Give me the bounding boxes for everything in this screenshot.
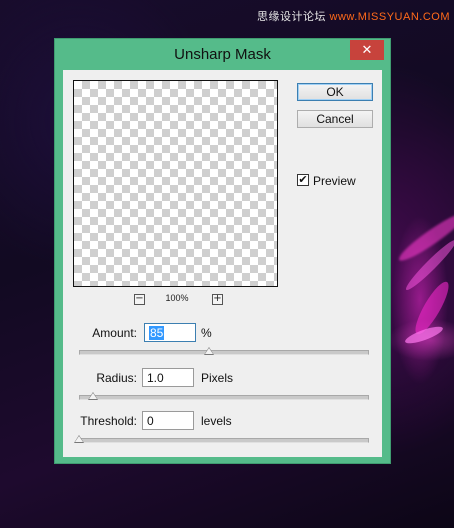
zoom-in-button[interactable]: + [212, 294, 223, 305]
close-button[interactable]: ✕ [350, 40, 384, 60]
preview-canvas[interactable] [73, 80, 278, 287]
zoom-out-icon: − [135, 293, 144, 304]
amount-slider-thumb[interactable] [203, 347, 214, 355]
threshold-slider-thumb[interactable] [74, 435, 84, 443]
background-streak [410, 278, 454, 338]
background-streak [403, 323, 445, 347]
amount-label: Amount: [92, 326, 137, 340]
dialog-title: Unsharp Mask [174, 46, 271, 63]
close-icon: ✕ [361, 42, 373, 57]
preview-checkbox-label[interactable]: Preview [313, 174, 356, 188]
radius-slider-thumb[interactable] [88, 392, 99, 400]
cancel-button[interactable]: Cancel [297, 110, 373, 128]
amount-input[interactable]: 85 [144, 323, 196, 342]
zoom-out-button[interactable]: − [134, 294, 145, 305]
checkmark-icon: ✔ [298, 173, 308, 186]
zoom-in-icon: + [213, 293, 222, 304]
amount-unit: % [201, 326, 212, 340]
threshold-input[interactable]: 0 [142, 411, 194, 430]
watermark-text: 思缘设计论坛 [256, 11, 326, 23]
threshold-unit: levels [201, 414, 232, 428]
radius-label: Radius: [96, 371, 137, 385]
ok-button[interactable]: OK [297, 83, 373, 101]
radius-unit: Pixels [201, 371, 234, 385]
dialog-body: − 100% + OK Cancel ✔ Preview Amount: 85 … [63, 70, 382, 457]
threshold-slider[interactable] [79, 438, 369, 443]
amount-value: 85 [149, 326, 165, 340]
zoom-level: 100% [165, 293, 189, 303]
background-streak [402, 236, 454, 294]
background-streak [395, 208, 454, 266]
radius-input[interactable]: 1.0 [142, 368, 194, 387]
title-bar[interactable]: Unsharp Mask ✕ [55, 39, 390, 69]
preview-checkbox[interactable]: ✔ [297, 174, 309, 186]
watermark-url: www.MISSYUAN.COM [329, 11, 450, 23]
watermark: 思缘设计论坛 www.MISSYUAN.COM [257, 8, 450, 24]
amount-slider[interactable] [79, 350, 369, 355]
radius-slider[interactable] [79, 395, 369, 400]
unsharp-mask-dialog: Unsharp Mask ✕ − 100% + OK Cancel ✔ Prev… [54, 38, 391, 464]
threshold-label: Threshold: [80, 414, 137, 428]
